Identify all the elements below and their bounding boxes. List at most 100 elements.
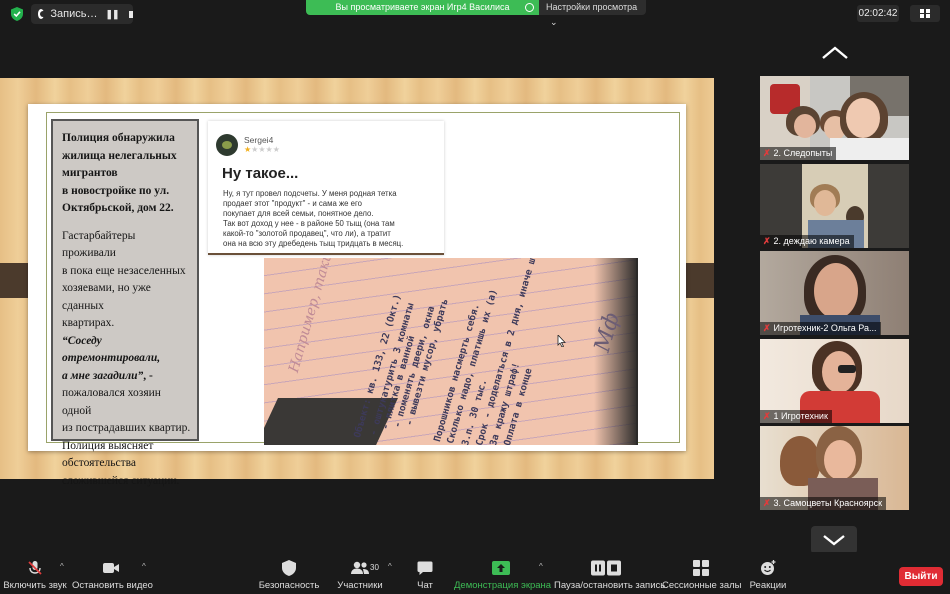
news-headline-line: жилища нелегальных (62, 149, 177, 162)
participants-options-caret-icon[interactable]: ^ (388, 562, 392, 571)
review-line: какой-то "золотой продавец", что ли), а … (223, 229, 391, 238)
participant-name: 2. Следопыты (773, 148, 833, 158)
review-author: Sergei4 (244, 135, 274, 145)
chat-icon (417, 561, 433, 575)
participants-label: Участники (337, 580, 383, 591)
chevron-down-icon (823, 535, 845, 546)
news-headline-line: мигрантов (62, 167, 118, 179)
participant-label: ✗ 2. Следопыты (760, 147, 837, 160)
review-title: Ну такое... (222, 165, 299, 182)
review-line: она на всю эту дребедень тыщ тридцать в … (223, 239, 404, 248)
recording-label: Запись… (50, 8, 98, 20)
stop-video-label: Остановить видео (72, 580, 153, 591)
view-settings-label: Настройки просмотра (546, 2, 638, 12)
photo-edge-shadow (594, 258, 638, 445)
scroll-down-button[interactable] (811, 526, 857, 554)
participant-name: 2. деждаю камера (773, 236, 850, 246)
news-line: из пострадавших квартир. (62, 422, 191, 434)
unmute-button[interactable]: Включить звук (0, 552, 70, 594)
recording-indicator[interactable]: Запись… ❚❚ (31, 4, 133, 24)
chat-button[interactable]: Чат (410, 552, 440, 594)
handwritten-note-photo: Например, такие задачи Объект: кв. 133, … (264, 258, 638, 445)
news-line: хозяевами, но уже сданных (62, 282, 151, 312)
participants-button[interactable]: 30 Участники (336, 552, 384, 594)
mic-muted-icon: ✗ (763, 148, 771, 158)
participant-tile[interactable]: ✗ 2. Следопыты (760, 76, 909, 160)
mic-muted-icon: ✗ (763, 498, 771, 508)
audio-options-caret-icon[interactable]: ^ (60, 562, 64, 571)
share-screen-button[interactable]: Демонстрация экрана (454, 552, 552, 594)
breakout-rooms-label: Сессионные залы (662, 580, 742, 591)
participant-name: Игротехник-2 Ольга Ра... (773, 323, 877, 333)
share-screen-icon (492, 561, 510, 575)
review-line: покупает для всей семьи, понятное дело. (223, 209, 374, 218)
security-button[interactable]: Безопасность (258, 552, 320, 594)
pause-stop-recording-label: Пауза/остановить запись (554, 580, 666, 591)
participant-tile[interactable]: ✗ 3. Самоцветы Красноярск (760, 426, 909, 510)
news-headline-line: в новостройке по ул. (62, 184, 170, 197)
news-headline-line: Полиция обнаружила (62, 132, 175, 144)
participant-label: ✗ 1 Игротехник (760, 410, 832, 423)
share-status-icon (525, 3, 534, 12)
meeting-timer: 02:02:42 (857, 5, 899, 22)
star-icon: ★★★★ (251, 145, 280, 154)
participant-label: ✗ Игротехник-2 Ольга Ра... (760, 322, 881, 335)
news-line: в пока еще незаселенных (62, 264, 186, 277)
meeting-toolbar: Включить звук ^ Остановить видео ^ Безоп… (0, 552, 950, 594)
video-options-caret-icon[interactable]: ^ (142, 562, 146, 571)
news-line: Гастарбайтеры проживали (62, 229, 136, 260)
news-line: квартирах. (62, 317, 115, 329)
screen-share-banner: Вы просматриваете экран Игр4 Василиса (306, 0, 539, 15)
reactions-label: Реакции (749, 580, 787, 591)
video-camera-icon (103, 563, 119, 573)
avatar (216, 134, 238, 156)
participant-label: ✗ 3. Самоцветы Красноярск (760, 497, 887, 510)
record-icon (38, 9, 47, 19)
mouse-pointer-icon (557, 335, 566, 347)
news-quote-tail: , - (143, 369, 153, 382)
breakout-rooms-icon (693, 560, 709, 576)
leave-meeting-button[interactable]: Выйти (899, 567, 943, 586)
mic-muted-icon (28, 561, 42, 575)
review-card: Sergei4 ★★★★★ Ну такое... Ну, я тут пров… (208, 121, 444, 255)
stop-icon[interactable] (128, 10, 133, 18)
share-screen-label: Демонстрация экрана (454, 580, 552, 591)
mic-muted-icon: ✗ (763, 411, 771, 421)
news-line: сложившейся ситуации. (62, 474, 180, 487)
mic-muted-icon: ✗ (763, 236, 771, 246)
participants-icon (351, 561, 369, 574)
review-text: Ну, я тут провел подсчеты. У меня родная… (223, 189, 433, 249)
pause-stop-recording-button[interactable]: Пауза/остановить запись (554, 552, 666, 594)
review-line: Так вот доход у нее - в районе 50 тыщ (о… (223, 219, 395, 228)
review-line: Ну, я тут провел подсчеты. У меня родная… (223, 189, 397, 198)
news-line: обстоятельства (62, 457, 137, 469)
participant-tile[interactable]: ✗ 2. деждаю камера (760, 164, 909, 248)
grid-icon[interactable] (910, 5, 940, 22)
stop-video-button[interactable]: Остановить видео (72, 552, 153, 594)
reactions-button[interactable]: Реакции (746, 552, 790, 594)
mic-muted-icon: ✗ (763, 323, 771, 333)
meeting-top-bar: Запись… ❚❚ Вы просматриваете экран Игр4 … (0, 0, 950, 28)
review-line: продает этот "продукт" - и сама же его (223, 199, 363, 208)
smiley-icon (761, 560, 776, 575)
participant-label: ✗ 2. деждаю камера (760, 235, 854, 248)
participant-name: 1 Игротехник (773, 411, 828, 421)
scroll-up-arrow-icon[interactable] (820, 44, 850, 62)
security-label: Безопасность (258, 580, 320, 591)
participant-tile[interactable]: ✗ 1 Игротехник (760, 339, 909, 423)
view-settings-button[interactable]: Настройки просмотра ⌄ (539, 0, 646, 27)
pause-icon[interactable]: ❚❚ (105, 9, 119, 20)
participant-tile[interactable]: ✗ Игротехник-2 Ольга Ра... (760, 251, 909, 335)
chat-label: Чат (417, 580, 433, 591)
news-headline-line: Октябрьской, дом 22. (62, 202, 174, 214)
shield-icon[interactable] (11, 7, 23, 21)
news-line: пожаловался хозяин одной (62, 387, 161, 417)
chevron-down-icon: ⌄ (550, 17, 558, 27)
shield-icon (282, 560, 296, 576)
news-quote-line: “Соседу отремонтировали, (62, 334, 161, 365)
participants-count: 30 (370, 563, 379, 572)
breakout-rooms-button[interactable]: Сессионные залы (662, 552, 742, 594)
news-line: Полиция выясняет (62, 439, 154, 452)
participant-name: 3. Самоцветы Красноярск (773, 498, 883, 508)
share-options-caret-icon[interactable]: ^ (539, 562, 543, 571)
